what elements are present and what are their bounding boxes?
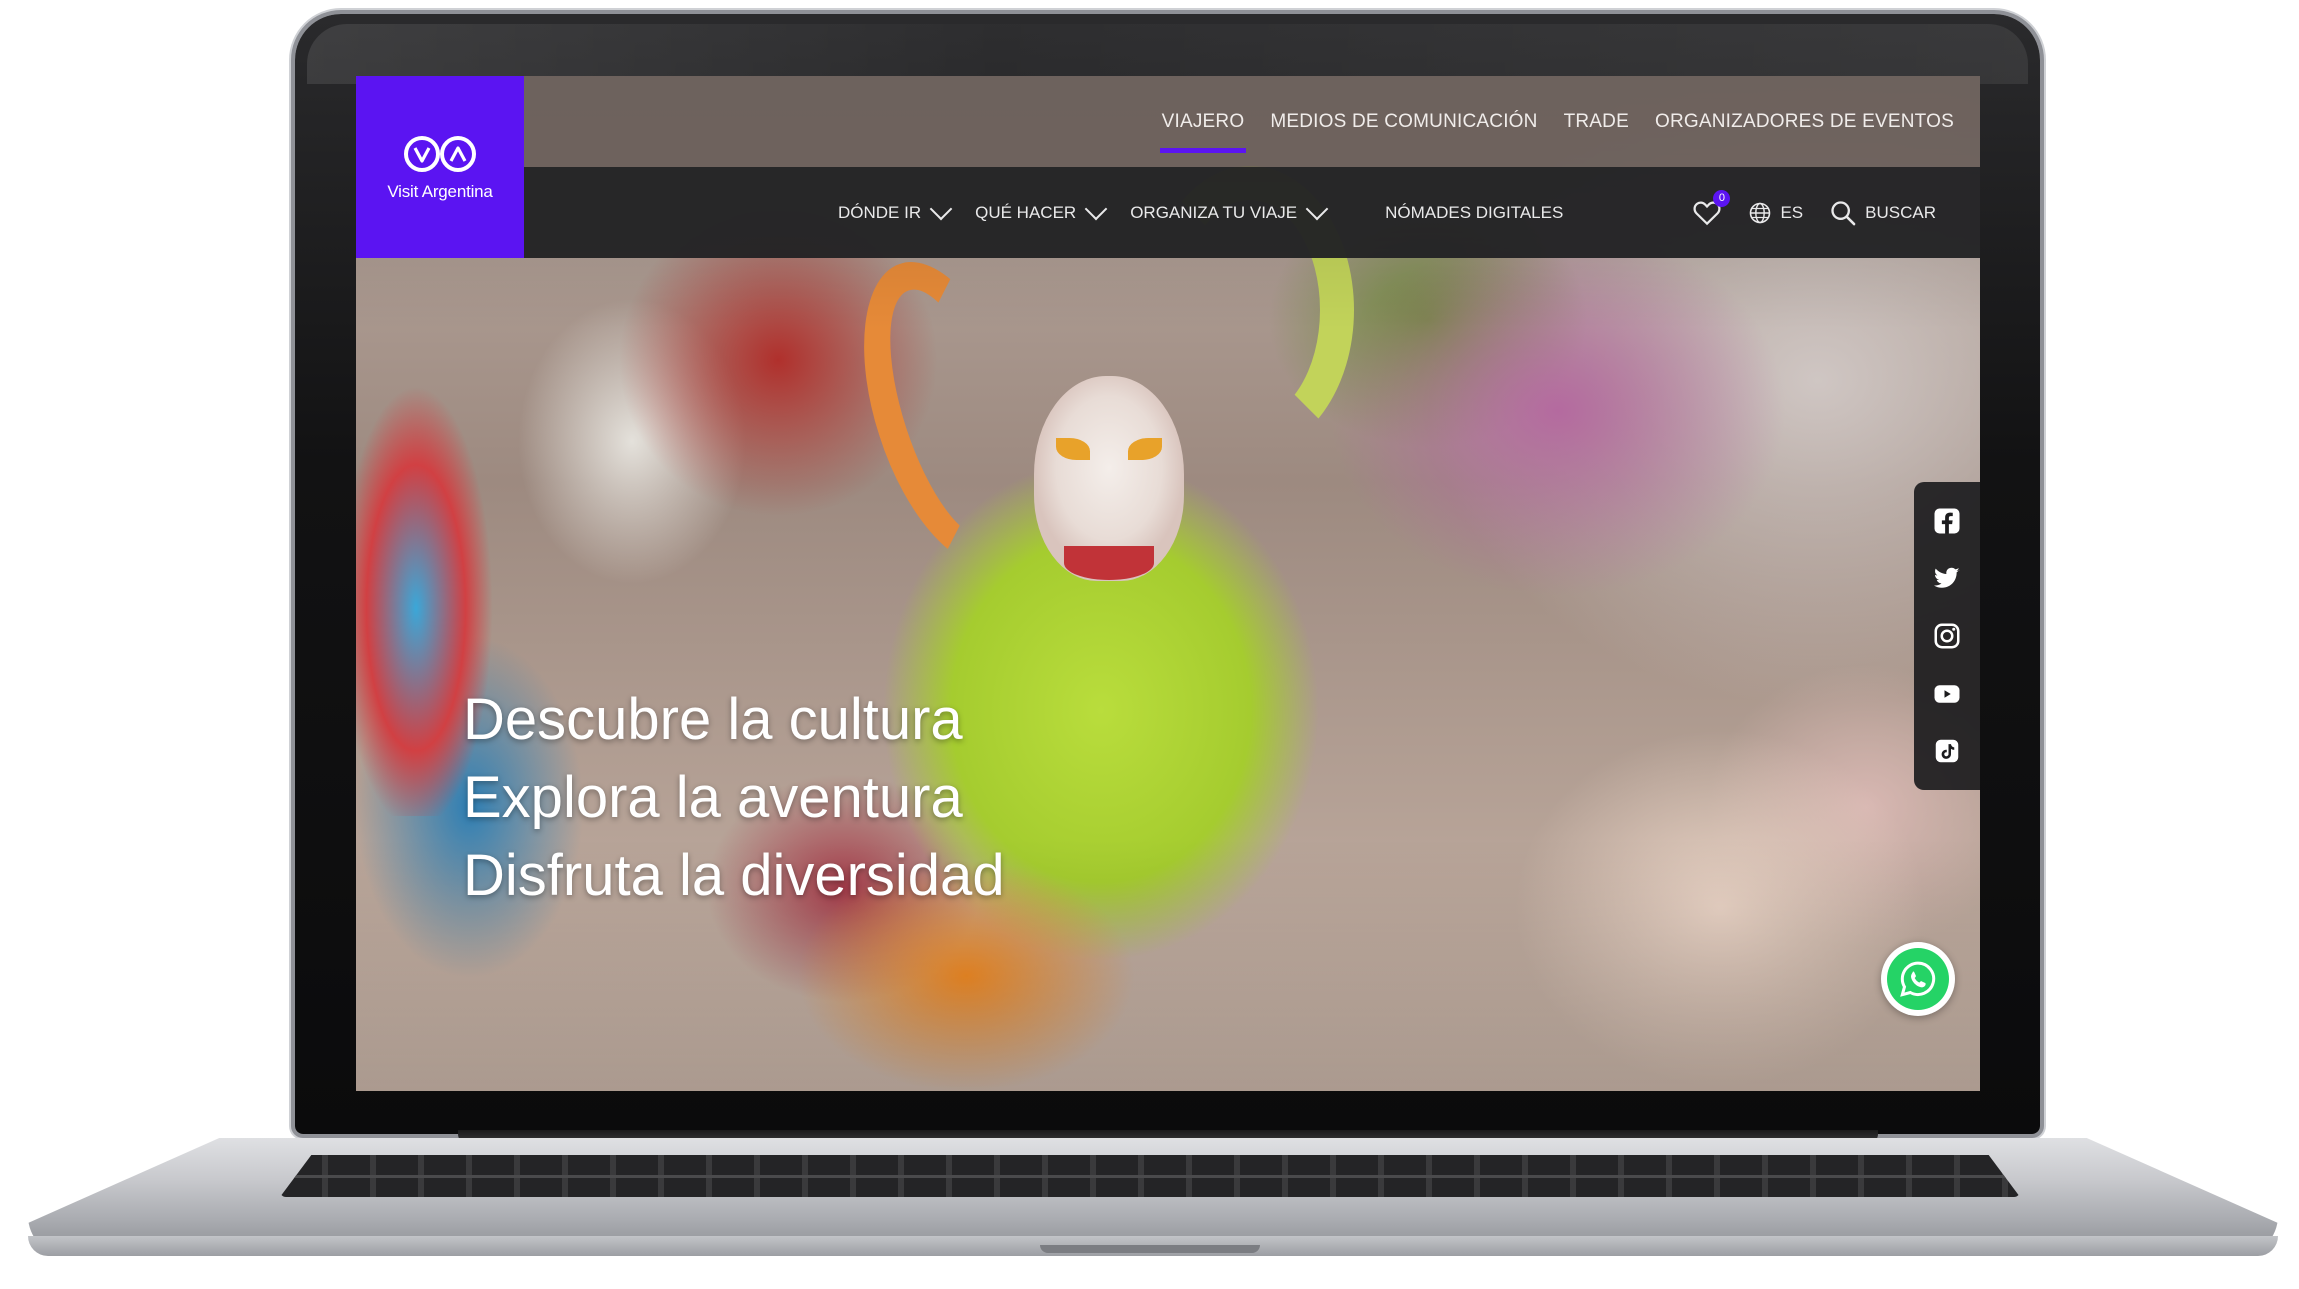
globe-icon [1750, 202, 1771, 223]
search-label: BUSCAR [1865, 202, 1936, 222]
top-nav: VIAJERO MEDIOS DE COMUNICACIÓN TRADE ORG… [1159, 76, 1956, 167]
hero-line-2: Explora la aventura [463, 765, 963, 830]
tiktok-icon[interactable] [1932, 736, 1962, 766]
chevron-down-icon [1084, 197, 1108, 220]
hero-line-3: Disfruta la diversidad [463, 843, 1005, 908]
whatsapp-circle [1887, 948, 1949, 1010]
language-label: ES [1780, 202, 1804, 222]
facebook-icon[interactable] [1932, 506, 1962, 536]
instagram-icon[interactable] [1932, 621, 1962, 651]
nav-item-que-hacer[interactable]: QUÉ HACER [975, 197, 1108, 223]
main-nav: DÓNDE IR QUÉ HACER ORGANIZA TU VIAJE NÓM… [356, 167, 1980, 258]
nav-item-label: QUÉ HACER [975, 202, 1077, 222]
main-nav-items: DÓNDE IR QUÉ HACER ORGANIZA TU VIAJE NÓM… [838, 167, 1589, 258]
laptop-notch [1040, 1245, 1260, 1253]
hero-text: Descubre la cultura Explora la aventura … [463, 681, 1005, 915]
nav-item-organiza-tu-viaje[interactable]: ORGANIZA TU VIAJE [1130, 197, 1329, 223]
favorites-button[interactable]: 0 [1692, 189, 1731, 228]
whatsapp-button[interactable] [1881, 942, 1955, 1016]
nav-item-nomades-digitales[interactable]: NÓMADES DIGITALES [1385, 203, 1563, 223]
youtube-icon[interactable] [1932, 679, 1962, 709]
favorites-count-badge: 0 [1713, 189, 1731, 207]
whatsapp-icon [1900, 961, 1936, 997]
top-nav-medios[interactable]: MEDIOS DE COMUNICACIÓN [1268, 111, 1539, 133]
nav-tools: 0 ES BUSCAR [1692, 167, 1936, 258]
chevron-down-icon [1305, 197, 1329, 220]
visit-argentina-logo-mark [404, 136, 476, 172]
social-links [1914, 482, 1980, 790]
visit-argentina-logo[interactable]: Visit Argentina [356, 76, 524, 258]
search-button[interactable]: BUSCAR [1829, 199, 1936, 227]
nav-item-label: NÓMADES DIGITALES [1385, 202, 1564, 222]
nav-item-donde-ir[interactable]: DÓNDE IR [838, 197, 953, 223]
top-nav-viajero[interactable]: VIAJERO [1159, 111, 1247, 153]
top-nav-organizadores[interactable]: ORGANIZADORES DE EVENTOS [1653, 111, 1956, 133]
nav-item-label: ORGANIZA TU VIAJE [1130, 202, 1298, 222]
language-selector[interactable]: ES [1748, 201, 1803, 225]
twitter-icon[interactable] [1932, 563, 1962, 593]
top-nav-trade[interactable]: TRADE [1562, 111, 1631, 133]
chevron-down-icon [929, 197, 953, 220]
brand-name: Visit Argentina [387, 182, 493, 201]
laptop-keyboard [280, 1155, 2020, 1197]
search-icon [1831, 200, 1856, 225]
top-bar: VIAJERO MEDIOS DE COMUNICACIÓN TRADE ORG… [356, 76, 1980, 167]
website-screen: VIAJERO MEDIOS DE COMUNICACIÓN TRADE ORG… [356, 76, 1980, 1091]
nav-item-label: DÓNDE IR [838, 202, 922, 222]
hero-line-1: Descubre la cultura [463, 687, 963, 752]
